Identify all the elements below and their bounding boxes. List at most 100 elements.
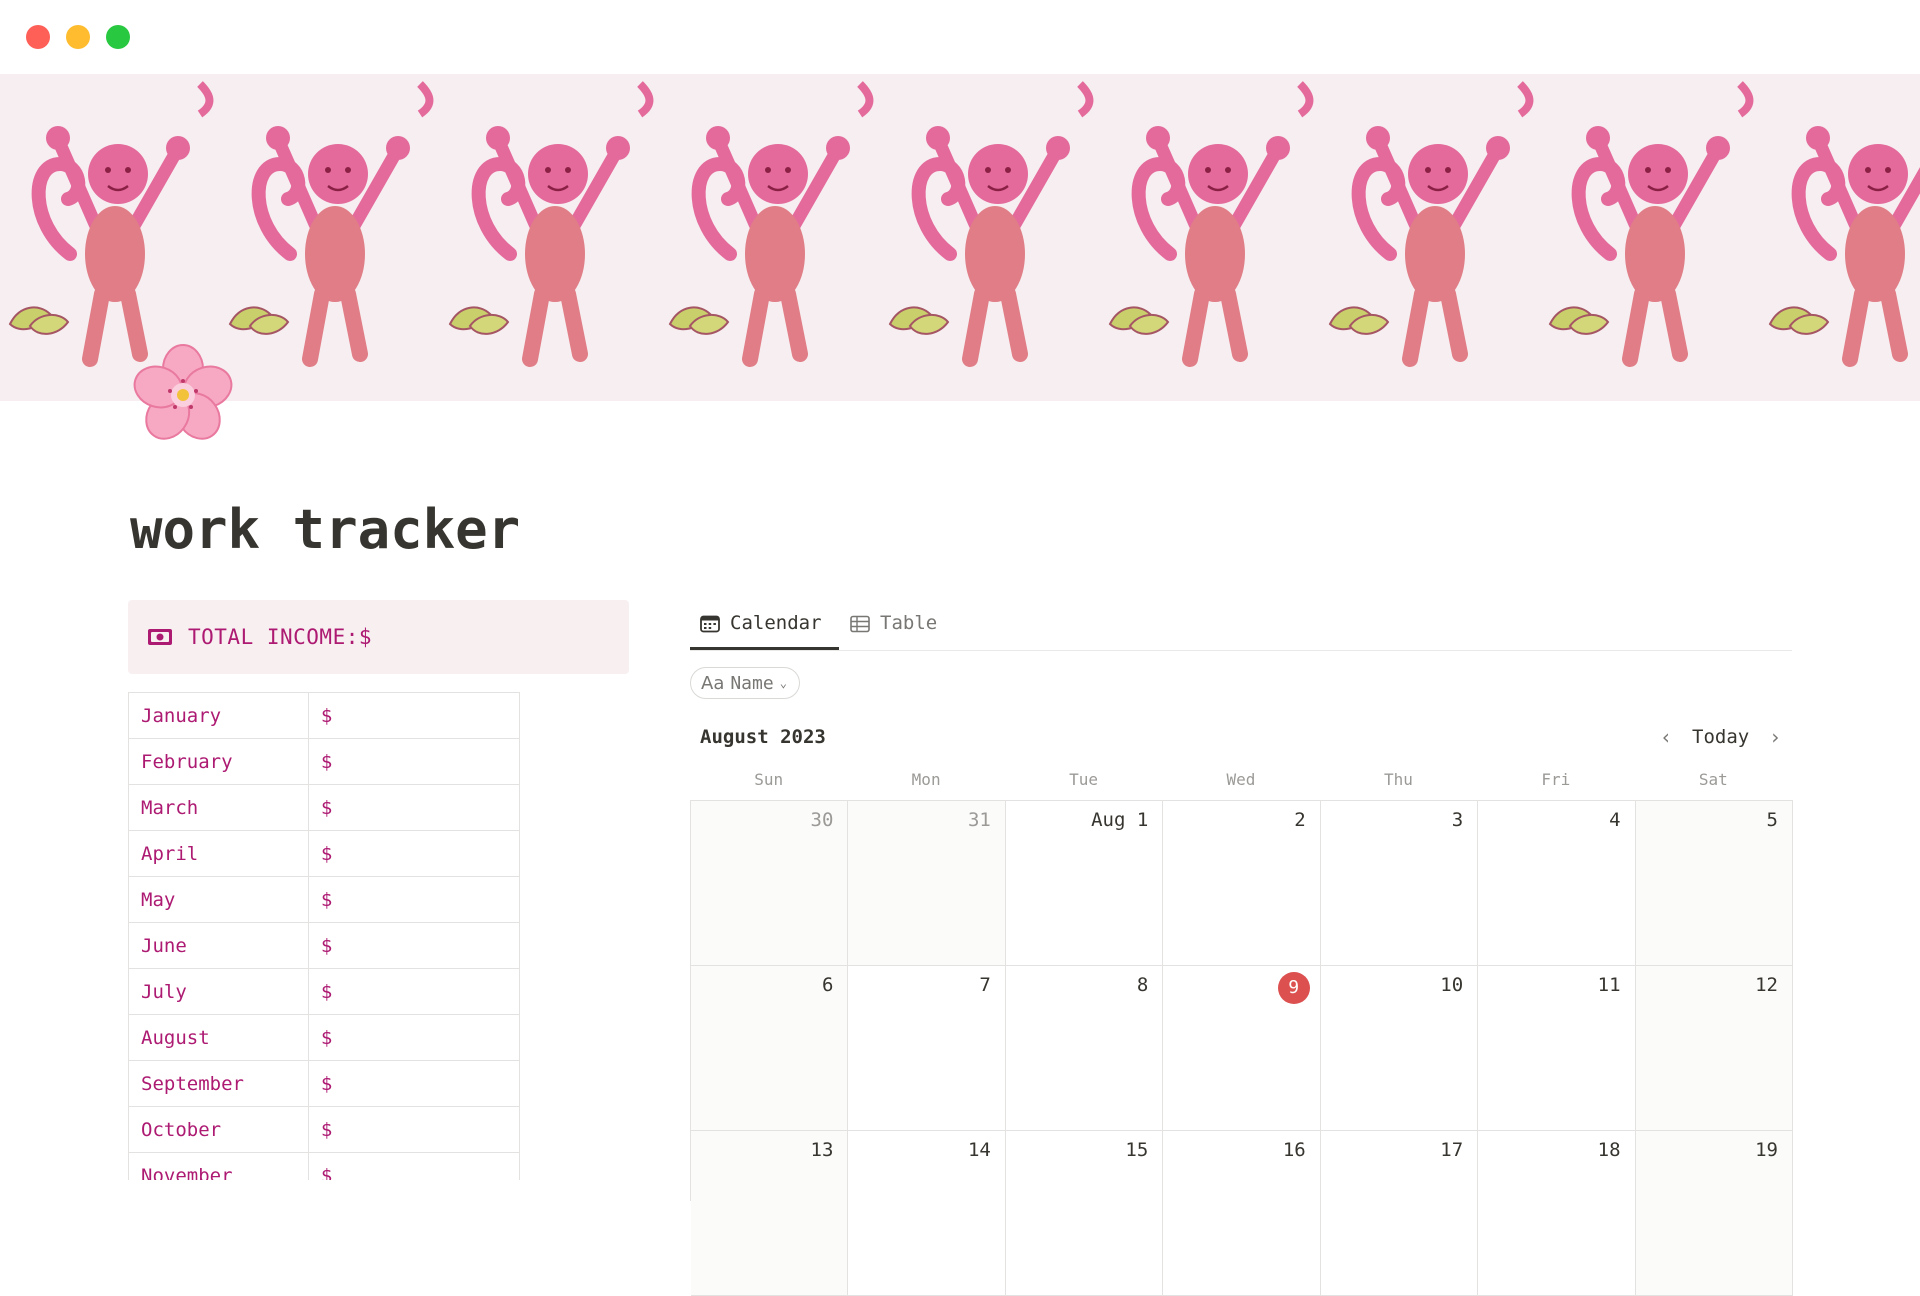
table-row[interactable]: January $ (128, 692, 521, 739)
day-number: 7 (979, 974, 991, 996)
calendar-day-cell[interactable]: 19 (1635, 1131, 1793, 1296)
property-filter-pill[interactable]: Aa Name ⌄ (690, 667, 800, 699)
day-number: 15 (1125, 1139, 1149, 1161)
day-number: 6 (821, 974, 834, 996)
day-number: 4 (1609, 809, 1621, 831)
window-titlebar (0, 0, 1920, 74)
calendar-day-cell[interactable]: 17 (1320, 1131, 1479, 1296)
tab-table[interactable]: Table (850, 612, 937, 650)
month-cell[interactable]: October (128, 1106, 309, 1153)
weekday-label: Mon (911, 770, 941, 789)
table-row[interactable]: November $ (128, 1152, 521, 1180)
page-title[interactable]: work tracker (130, 498, 520, 561)
calendar-day-cell[interactable]: 31 (848, 801, 1006, 966)
table-row[interactable]: July $ (128, 968, 521, 1015)
calendar-grid: 30 31 Aug 1 2 3 4 5 6 7 8 9 10 11 12 13 14 15 16 17 18 19 (690, 800, 1793, 1296)
month-cell[interactable]: March (128, 784, 309, 831)
calendar-day-cell[interactable]: 8 (1005, 966, 1164, 1131)
calendar-day-cell[interactable]: 6 (691, 966, 849, 1131)
day-number: 13 (810, 1139, 834, 1161)
month-cell[interactable]: January (128, 692, 309, 739)
calendar-month-label: August 2023 (700, 726, 826, 748)
calendar-day-cell[interactable]: 9 (1163, 966, 1321, 1131)
income-table: January $ February $ March $ April $ May $ June $ Ju… (128, 692, 521, 1180)
day-number: 8 (1136, 974, 1149, 996)
close-window-button[interactable] (26, 25, 50, 49)
weekday-label: Sun (754, 770, 784, 789)
weekday-label: Thu (1383, 770, 1413, 789)
chevron-right-icon[interactable]: › (1763, 725, 1787, 749)
table-row[interactable]: September $ (128, 1060, 521, 1107)
calendar-day-cell[interactable]: 11 (1478, 966, 1636, 1131)
calendar-day-cell[interactable]: Aug 1 (1005, 801, 1164, 966)
calendar-icon (700, 615, 720, 633)
calendar-day-cell[interactable]: 16 (1163, 1131, 1321, 1296)
day-number: 31 (967, 809, 991, 831)
amount-cell[interactable]: $ (307, 692, 521, 739)
calendar-day-cell[interactable]: 12 (1635, 966, 1793, 1131)
amount-cell[interactable]: $ (307, 922, 521, 969)
amount-cell[interactable]: $ (307, 968, 521, 1015)
amount-cell[interactable]: $ (307, 1060, 521, 1107)
cherry-blossom-icon[interactable] (128, 340, 238, 450)
total-income-text: TOTAL INCOME:$ (188, 625, 373, 649)
weekday-header: Sun Mon Tue Wed Thu Fri Sat (690, 770, 1792, 800)
view-tabs: Calendar Table (690, 600, 1792, 651)
calendar-navigation: ‹ Today › (1654, 724, 1787, 750)
calendar-day-cell[interactable]: 3 (1320, 801, 1479, 966)
minimize-window-button[interactable] (66, 25, 90, 49)
income-table-container: January $ February $ March $ April $ May $ June $ Ju… (128, 692, 528, 1180)
day-number: 14 (967, 1139, 991, 1161)
month-cell[interactable]: June (128, 922, 309, 969)
tab-table-label: Table (880, 612, 938, 634)
text-property-icon: Aa (701, 672, 725, 694)
calendar-day-cell[interactable]: 5 (1635, 801, 1793, 966)
day-number: 3 (1451, 809, 1464, 831)
filter-label: Name (730, 672, 774, 694)
month-cell[interactable]: July (128, 968, 309, 1015)
cover-image (0, 74, 1920, 401)
table-row[interactable]: June $ (128, 922, 521, 969)
month-cell[interactable]: May (128, 876, 309, 923)
today-button[interactable]: Today (1692, 726, 1749, 748)
calendar-day-cell[interactable]: 10 (1320, 966, 1479, 1131)
amount-cell[interactable]: $ (307, 738, 521, 785)
day-number: Aug 1 (1091, 809, 1149, 831)
amount-cell[interactable]: $ (307, 830, 521, 877)
day-number: 12 (1755, 974, 1778, 996)
calendar-day-cell[interactable]: 18 (1478, 1131, 1636, 1296)
tab-calendar[interactable]: Calendar (700, 612, 822, 650)
amount-cell[interactable]: $ (307, 784, 521, 831)
calendar-day-cell[interactable]: 4 (1478, 801, 1636, 966)
total-income-callout[interactable]: TOTAL INCOME:$ (128, 600, 629, 674)
table-row[interactable]: May $ (128, 876, 521, 923)
day-number: 11 (1597, 974, 1621, 996)
table-row[interactable]: August $ (128, 1014, 521, 1061)
month-cell[interactable]: February (128, 738, 309, 785)
table-row[interactable]: October $ (128, 1106, 521, 1153)
table-row[interactable]: March $ (128, 784, 521, 831)
weekday-label: Sat (1698, 770, 1728, 789)
table-row[interactable]: April $ (128, 830, 521, 877)
calendar-day-cell[interactable]: 7 (848, 966, 1006, 1131)
amount-cell[interactable]: $ (307, 1014, 521, 1061)
day-number: 18 (1597, 1139, 1621, 1161)
calendar-day-cell[interactable]: 15 (1005, 1131, 1164, 1296)
chevron-left-icon[interactable]: ‹ (1654, 725, 1678, 749)
amount-cell[interactable]: $ (307, 876, 521, 923)
table-row[interactable]: February $ (128, 738, 521, 785)
calendar-day-cell[interactable]: 2 (1163, 801, 1321, 966)
maximize-window-button[interactable] (106, 25, 130, 49)
day-number: 19 (1755, 1139, 1778, 1161)
calendar-day-cell[interactable]: 14 (848, 1131, 1006, 1296)
month-cell[interactable]: August (128, 1014, 309, 1061)
day-number: 5 (1766, 809, 1778, 831)
amount-cell[interactable]: $ (307, 1152, 521, 1180)
month-cell[interactable]: April (128, 830, 309, 877)
calendar-day-cell[interactable]: 13 (691, 1131, 849, 1296)
month-cell[interactable]: September (128, 1060, 309, 1107)
amount-cell[interactable]: $ (307, 1106, 521, 1153)
chevron-down-icon: ⌄ (779, 676, 787, 690)
month-cell[interactable]: November (128, 1152, 309, 1180)
calendar-day-cell[interactable]: 30 (691, 801, 849, 966)
